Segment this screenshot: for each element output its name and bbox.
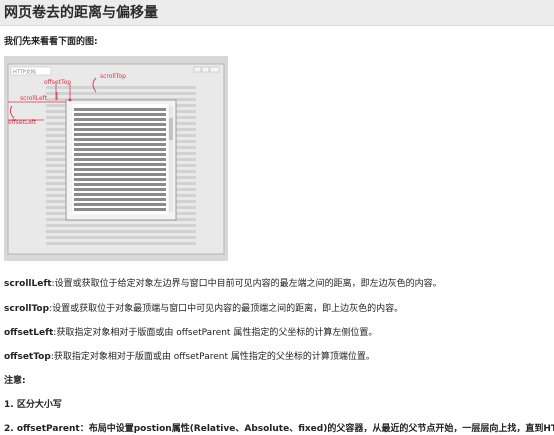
- scroll-top-label: scrollTop: [100, 73, 126, 80]
- definition-text: :设置或获取位于给定对象左边界与窗口中目前可见内容的最左端之间的距离，即左边灰色…: [51, 279, 442, 289]
- definition-scroll-left: scrollLeft:设置或获取位于给定对象左边界与窗口中目前可见内容的最左端之…: [4, 278, 442, 290]
- scroll-offset-diagram: HTTP文档 offsetTop scrollTop scrollLeft of…: [4, 56, 228, 261]
- viewport-line: [74, 198, 166, 201]
- viewport-line: [74, 193, 166, 196]
- viewport-line: [74, 133, 166, 136]
- definition-text: :获取指定对象相对于版面或由 offsetParent 属性指定的父坐标的计算顶…: [50, 352, 375, 362]
- offset-top-label: offsetTop: [44, 79, 71, 86]
- document-line: [46, 86, 196, 89]
- browser-tab-label: HTTP文档: [13, 69, 36, 76]
- document-line: [46, 242, 196, 245]
- definition-term: scrollLeft: [4, 279, 52, 289]
- viewport-line: [74, 188, 166, 191]
- viewport-line: [74, 178, 166, 181]
- article-page: 网页卷去的距离与偏移量 我们先来看看下面的图: HTTP文档 offsetTop…: [0, 0, 554, 435]
- note-item: 2. offsetParent：布局中设置postion属性(Relative、…: [4, 424, 554, 434]
- viewport-line: [74, 148, 166, 151]
- document-line: [46, 236, 196, 239]
- page-title: 网页卷去的距离与偏移量: [4, 5, 158, 21]
- viewport-line: [74, 118, 166, 121]
- viewport-line: [74, 108, 166, 111]
- viewport-line: [74, 173, 166, 176]
- viewport-line: [74, 163, 166, 166]
- diagram-svg: HTTP文档 offsetTop scrollTop scrollLeft of…: [7, 63, 225, 255]
- viewport-line: [74, 158, 166, 161]
- document-line: [46, 92, 196, 95]
- definition-text: :设置或获取位于对象最顶端与窗口中可见内容的最顶端之间的距离，即上边灰色的内容。: [49, 304, 404, 314]
- definition-term: scrollTop: [4, 304, 50, 314]
- viewport-line: [74, 143, 166, 146]
- intro-text: 我们先来看看下面的图:: [4, 37, 98, 47]
- definition-offset-left: offsetLeft:获取指定对象相对于版面或由 offsetParent 属性…: [4, 327, 377, 339]
- viewport-line: [74, 153, 166, 156]
- document-line: [46, 224, 196, 227]
- definition-scroll-top: scrollTop:设置或获取位于对象最顶端与窗口中可见内容的最顶端之间的距离，…: [4, 303, 403, 315]
- definition-text: :获取指定对象相对于版面或由 offsetParent 属性指定的父坐标的计算左…: [53, 328, 378, 338]
- notes-heading: 注意:: [4, 376, 26, 386]
- title-bar: 网页卷去的距离与偏移量: [0, 0, 554, 26]
- definition-offset-top: offsetTop:获取指定对象相对于版面或由 offsetParent 属性指…: [4, 351, 375, 363]
- viewport-line: [74, 183, 166, 186]
- close-icon: [209, 66, 220, 73]
- document-line: [46, 230, 196, 233]
- viewport-line: [74, 168, 166, 171]
- scroll-left-label: scrollLeft: [20, 95, 48, 102]
- viewport-line: [74, 138, 166, 141]
- viewport-line: [74, 208, 166, 211]
- viewport-line: [74, 113, 166, 116]
- definition-term: offsetTop: [4, 352, 51, 362]
- viewport-line: [74, 128, 166, 131]
- note-item: 1. 区分大小写: [4, 400, 62, 410]
- viewport-line: [74, 123, 166, 126]
- maximize-icon: [201, 66, 210, 73]
- definition-term: offsetLeft: [4, 328, 54, 338]
- viewport-content-lines: [74, 108, 166, 211]
- offset-origin-dot: [68, 98, 72, 102]
- viewport-scrollbar-thumb: [169, 118, 173, 140]
- viewport-line: [74, 203, 166, 206]
- offset-left-label: offsetLeft: [8, 119, 37, 126]
- minimize-icon: [193, 66, 202, 73]
